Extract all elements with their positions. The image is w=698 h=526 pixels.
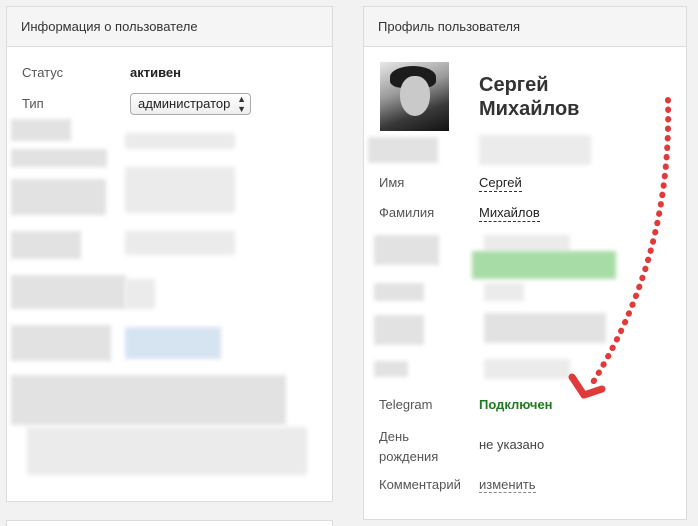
comment-label: Комментарий (379, 477, 461, 492)
redacted-block (27, 427, 307, 475)
redacted-label (368, 137, 438, 163)
birthday-label-line2: рождения (379, 449, 439, 464)
arrow-dots (587, 97, 672, 390)
user-info-panel: Информация о пользователе Статус активен… (6, 6, 333, 502)
telegram-status: Подключен (479, 397, 553, 412)
redacted-value (125, 133, 235, 149)
user-profile-panel-title: Профиль пользователя (364, 7, 686, 47)
redacted-value (125, 231, 235, 255)
status-value: активен (130, 65, 181, 80)
avatar (380, 62, 449, 131)
first-name-value[interactable]: Сергей (479, 175, 522, 192)
user-type-select[interactable]: администратор ▲ ▼ (130, 93, 251, 115)
first-name-label: Имя (379, 175, 405, 190)
last-name-label: Фамилия (379, 205, 435, 220)
type-label: Тип (22, 96, 44, 111)
redacted-value (484, 359, 570, 379)
comment-edit-link[interactable]: изменить (479, 477, 536, 493)
redacted-label (11, 179, 106, 215)
redacted-label (11, 231, 81, 259)
redacted-block (11, 375, 286, 425)
profile-first-name: Сергей (479, 74, 549, 96)
user-info-panel-title: Информация о пользователе (7, 7, 332, 47)
redacted-label (11, 325, 111, 361)
redacted-value (125, 279, 155, 309)
redacted-label (11, 149, 107, 167)
select-arrows-icon: ▲ ▼ (237, 94, 246, 114)
birthday-value: не указано (479, 437, 545, 452)
redacted-label (374, 361, 408, 377)
birthday-label-line1: День (379, 429, 409, 444)
redacted-value (484, 283, 524, 301)
redacted-label (374, 315, 424, 345)
redacted-value (484, 235, 570, 251)
redacted-label (11, 119, 71, 141)
last-name-value[interactable]: Михайлов (479, 205, 540, 222)
user-type-select-value: администратор (138, 96, 231, 111)
telegram-label: Telegram (379, 397, 433, 412)
redacted-value (125, 327, 221, 359)
status-label: Статус (22, 65, 64, 80)
redacted-label (374, 283, 424, 301)
redacted-label (374, 235, 439, 265)
arrow-head (568, 373, 606, 399)
redacted-value (125, 167, 235, 213)
avatar-face (400, 76, 430, 116)
annotation-arrow-icon (568, 97, 672, 399)
next-panel (6, 520, 333, 526)
birthday-label: День рождения (379, 427, 438, 467)
redacted-label (11, 275, 126, 309)
